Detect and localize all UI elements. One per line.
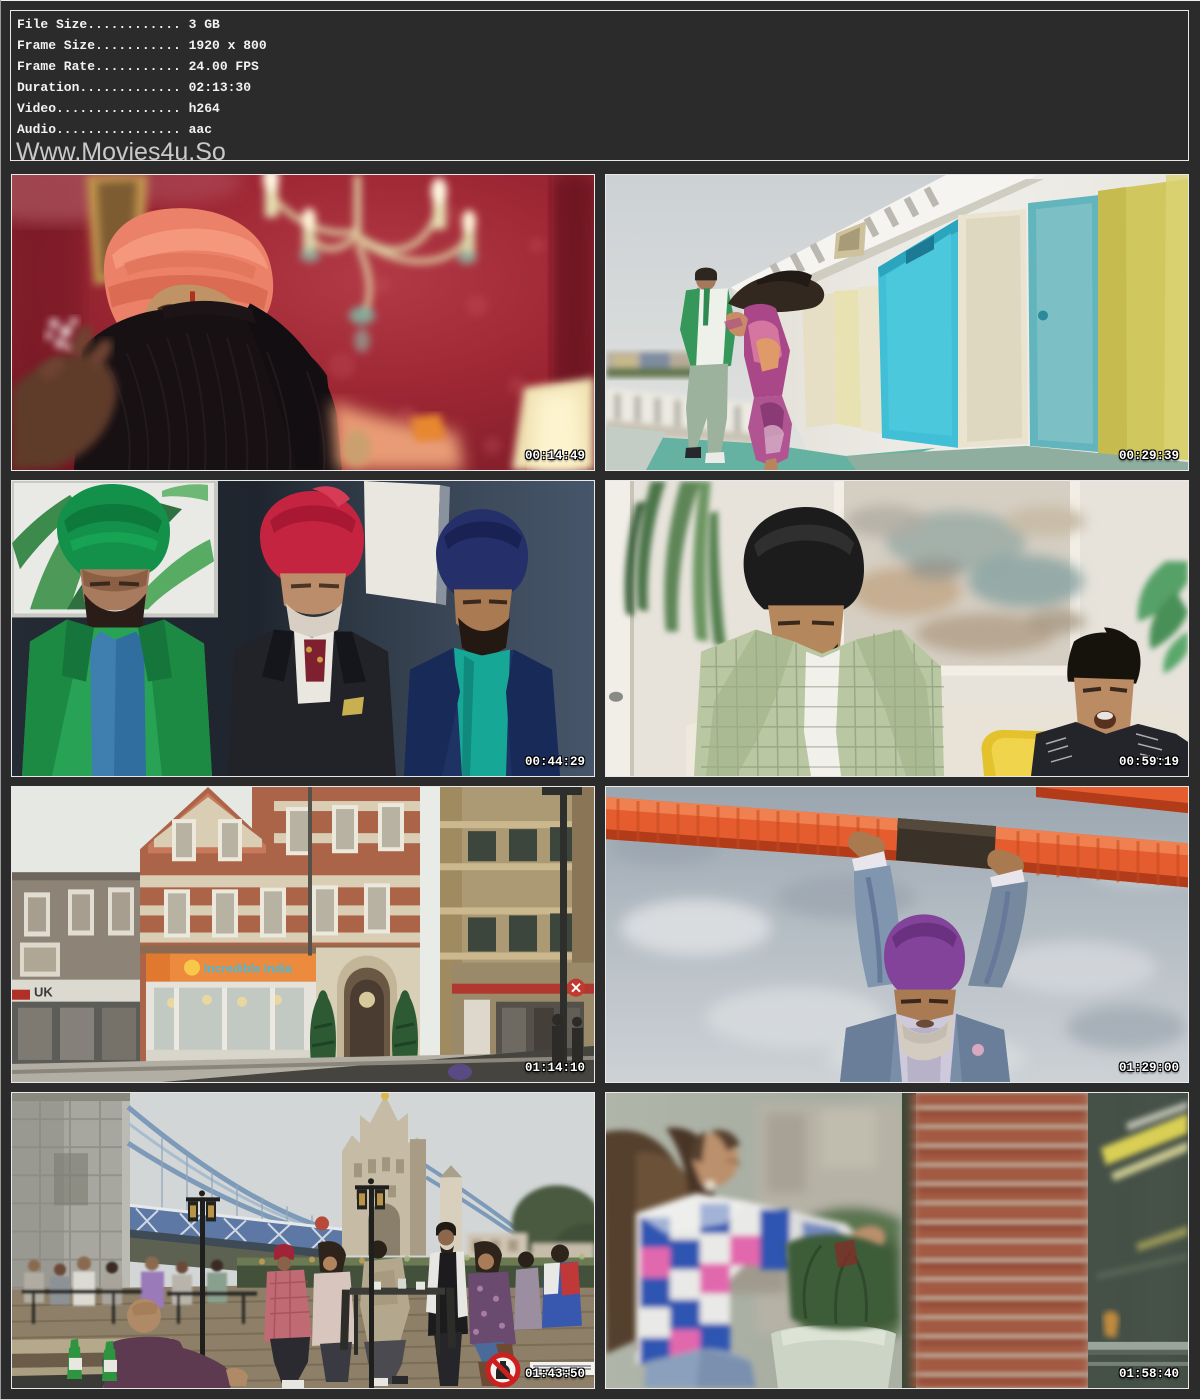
svg-text:Incredible India: Incredible India	[204, 962, 292, 976]
svg-text:UK: UK	[34, 985, 53, 1000]
